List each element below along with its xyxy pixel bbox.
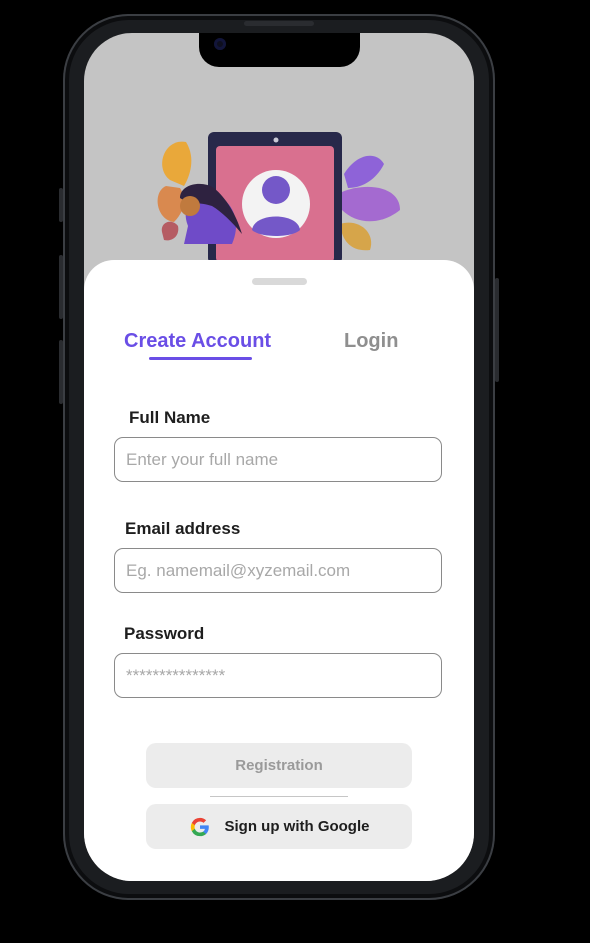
camera-icon (214, 38, 226, 50)
email-label: Email address (125, 519, 241, 538)
google-signup-label: Sign up with Google (224, 818, 370, 835)
full-name-label: Full Name (129, 408, 211, 427)
divider (210, 796, 348, 797)
active-tab-indicator (149, 357, 252, 360)
password-label: Password (124, 624, 205, 643)
password-input[interactable] (114, 653, 442, 698)
registration-button[interactable]: Registration (146, 743, 412, 788)
full-name-input[interactable] (114, 437, 442, 482)
profile-illustration (157, 132, 400, 268)
power-button (495, 278, 499, 382)
phone-screen: Create Account Login Full Name Email add… (84, 33, 474, 881)
speaker-grille (244, 21, 314, 26)
google-g-icon (190, 817, 209, 836)
google-signup-button[interactable]: Sign up with Google (146, 804, 412, 849)
tab-login[interactable]: Login (344, 330, 398, 353)
email-input[interactable] (114, 548, 442, 593)
tab-create-account[interactable]: Create Account (124, 330, 271, 353)
signup-sheet: Create Account Login Full Name Email add… (84, 260, 474, 881)
sheet-handle[interactable] (252, 278, 307, 285)
